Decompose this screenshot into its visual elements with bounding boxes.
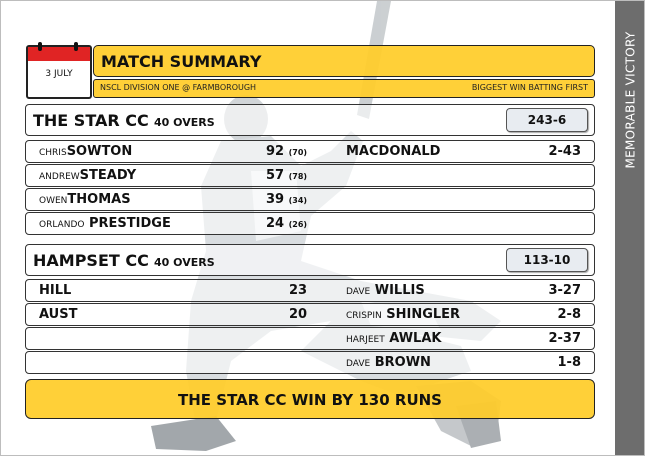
result-bar: THE STAR CC WIN BY 130 RUNS xyxy=(25,379,595,419)
subtitle-bar: NSCL DIVISION ONE @ FARMBOROUGH BIGGEST … xyxy=(93,79,595,98)
result-text: THE STAR CC WIN BY 130 RUNS xyxy=(178,391,442,409)
batter-name: OWENTHOMAS xyxy=(39,192,131,207)
calendar-icon: 3 JULY xyxy=(26,42,92,99)
calendar-ring xyxy=(38,42,42,51)
batter-name: ORLANDO PRESTIDGE xyxy=(39,216,171,231)
competition-label: NSCL DIVISION ONE @ FARMBOROUGH xyxy=(100,83,257,92)
bowler-name: DAVE BROWN xyxy=(346,355,431,370)
note-label: BIGGEST WIN BATTING FIRST xyxy=(471,83,588,92)
title-bar: MATCH SUMMARY xyxy=(93,45,595,77)
bowler-figures: 2-8 xyxy=(557,307,582,322)
bowler-figures: 1-8 xyxy=(557,355,582,370)
bowler-figures: 2-43 xyxy=(548,144,581,159)
batter-runs: 39 (34) xyxy=(266,192,308,207)
table-row: AUST 20 CRISPIN SHINGLER 2-8 xyxy=(25,303,595,326)
bowler-name: CRISPIN SHINGLER xyxy=(346,307,461,322)
batter-runs: 23 xyxy=(289,283,308,298)
team1-score: 243-6 xyxy=(506,108,588,132)
page-title: MATCH SUMMARY xyxy=(101,52,262,71)
table-row: DAVE BROWN 1-8 xyxy=(25,351,595,374)
batter-runs: 57 (78) xyxy=(266,168,308,183)
team2-overs: 40 OVERS xyxy=(154,256,215,269)
table-row: ANDREWSTEADY 57 (78) xyxy=(25,164,595,187)
team1-header: THE STAR CC 40 OVERS 243-6 xyxy=(25,104,595,136)
bowler-name: DAVE WILLIS xyxy=(346,283,425,298)
calendar-ring xyxy=(74,42,78,51)
batter-name: HILL xyxy=(39,283,72,298)
team1-overs: 40 OVERS xyxy=(154,116,215,129)
sidebar-label: MEMORABLE VICTORY xyxy=(623,31,638,169)
table-row: OWENTHOMAS 39 (34) xyxy=(25,188,595,211)
sidebar-label-wrap: MEMORABLE VICTORY xyxy=(615,1,644,455)
bowler-figures: 2-37 xyxy=(548,331,581,346)
batter-runs: 24 (26) xyxy=(266,216,308,231)
bowler-name: HARJEET AWLAK xyxy=(346,331,442,346)
batter-name: ANDREWSTEADY xyxy=(39,168,137,183)
team2-header: HAMPSET CC 40 OVERS 113-10 xyxy=(25,244,595,276)
match-date: 3 JULY xyxy=(45,69,73,79)
table-row: CHRISSOWTON 92 (70) MACDONALD 2-43 xyxy=(25,140,595,163)
match-summary-graphic: 3 JULY MATCH SUMMARY NSCL DIVISION ONE @… xyxy=(0,0,645,456)
table-row: HILL 23 DAVE WILLIS 3-27 xyxy=(25,279,595,302)
team2-score: 113-10 xyxy=(506,248,588,272)
team1-name: THE STAR CC xyxy=(33,111,149,130)
batter-runs: 20 xyxy=(289,307,308,322)
bowler-name: MACDONALD xyxy=(346,144,441,159)
team2-name: HAMPSET CC xyxy=(33,251,149,270)
batter-name: AUST xyxy=(39,307,78,322)
batter-runs: 92 (70) xyxy=(266,144,308,159)
batter-name: CHRISSOWTON xyxy=(39,144,133,159)
table-row: HARJEET AWLAK 2-37 xyxy=(25,327,595,350)
table-row: ORLANDO PRESTIDGE 24 (26) xyxy=(25,212,595,235)
bowler-figures: 3-27 xyxy=(548,283,581,298)
